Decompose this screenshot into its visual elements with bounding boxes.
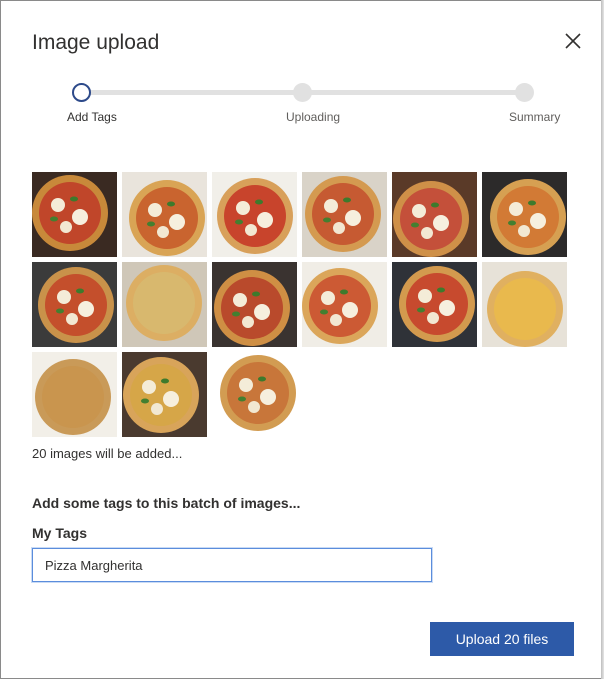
image-thumbnail — [32, 262, 117, 347]
image-thumbnail — [302, 262, 387, 347]
pizza-photo-icon — [482, 172, 567, 257]
step-label-add-tags: Add Tags — [67, 110, 117, 124]
image-thumbnail — [302, 172, 387, 257]
upload-files-button[interactable]: Upload 20 files — [430, 622, 574, 656]
image-thumbnail — [122, 172, 207, 257]
pizza-photo-icon — [32, 172, 117, 257]
step-uploading-dot — [293, 83, 312, 102]
pizza-photo-icon — [32, 352, 117, 437]
image-thumbnail — [482, 172, 567, 257]
pizza-photo-icon — [302, 262, 387, 347]
step-summary-dot — [515, 83, 534, 102]
image-thumbnail — [212, 262, 297, 347]
progress-stepper: Add Tags Uploading Summary — [1, 77, 603, 127]
image-thumbnail — [482, 262, 567, 347]
pizza-photo-icon — [212, 352, 297, 437]
pizza-photo-icon — [302, 172, 387, 257]
step-add-tags-dot — [72, 83, 91, 102]
image-thumbnail — [392, 262, 477, 347]
image-upload-dialog: Image upload Add Tags Uploading Summary … — [0, 0, 604, 679]
image-thumbnail — [122, 352, 207, 437]
pizza-photo-icon — [122, 352, 207, 437]
tags-section-heading: Add some tags to this batch of images... — [32, 495, 301, 511]
image-thumbnail — [392, 172, 477, 257]
close-button[interactable] — [562, 30, 584, 52]
image-thumbnail — [32, 172, 117, 257]
pizza-photo-icon — [392, 262, 477, 347]
pizza-photo-icon — [212, 262, 297, 347]
my-tags-label: My Tags — [32, 525, 87, 541]
image-thumbnail — [122, 262, 207, 347]
pizza-photo-icon — [212, 172, 297, 257]
close-icon[interactable] — [562, 30, 584, 52]
image-thumbnail — [32, 352, 117, 437]
my-tags-input[interactable] — [32, 548, 432, 582]
pizza-photo-icon — [482, 262, 567, 347]
pizza-photo-icon — [122, 262, 207, 347]
dialog-title: Image upload — [32, 31, 160, 54]
pizza-photo-icon — [32, 262, 117, 347]
pizza-photo-icon — [392, 172, 477, 257]
step-label-uploading: Uploading — [286, 110, 341, 124]
step-label-summary: Summary — [509, 110, 561, 124]
pizza-photo-icon — [122, 172, 207, 257]
image-count-text: 20 images will be added... — [32, 446, 183, 461]
image-thumbnail — [212, 352, 297, 437]
image-thumbnail — [212, 172, 297, 257]
